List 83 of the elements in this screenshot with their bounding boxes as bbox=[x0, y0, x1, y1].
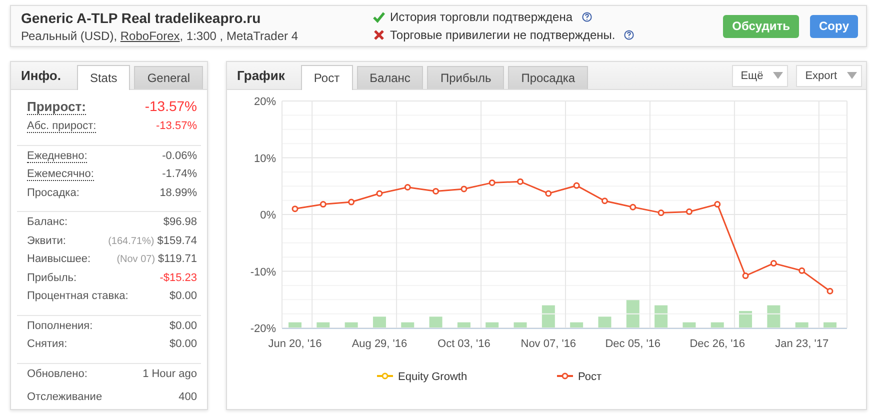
axis-label: Jun 20, '16 bbox=[268, 338, 322, 350]
stat-value: $119.71 bbox=[158, 253, 197, 265]
tab[interactable]: General bbox=[134, 66, 204, 89]
stat-value: -0.06% bbox=[162, 150, 197, 162]
stat-label: Прибыль: bbox=[27, 272, 77, 284]
dropdown-button[interactable]: Export bbox=[796, 64, 862, 86]
stat-value: 1 Hour ago bbox=[142, 368, 197, 380]
point bbox=[658, 210, 664, 216]
axis-label: Oct 03, '16 bbox=[438, 338, 490, 350]
tab[interactable]: Баланс bbox=[356, 66, 424, 89]
tab[interactable]: Прибыль bbox=[427, 66, 504, 89]
help-icon[interactable] bbox=[624, 30, 634, 40]
tab[interactable]: Stats bbox=[76, 65, 130, 90]
status-text: История торговли подтверждена bbox=[390, 10, 573, 24]
stat-label: Ежедневно: bbox=[27, 150, 88, 162]
point bbox=[460, 186, 468, 192]
point bbox=[798, 267, 806, 274]
axis-label: Dec 05, '16 bbox=[605, 338, 661, 350]
stat-label: Просадка: bbox=[27, 186, 80, 198]
axis-label: Aug 29, '16 bbox=[352, 338, 408, 350]
stat-label: Процентная ставка: bbox=[27, 290, 128, 302]
broker-link[interactable]: RoboForex bbox=[120, 28, 180, 42]
stat-value: $96.98 bbox=[163, 216, 197, 228]
axis-label: Dec 26, '16 bbox=[690, 338, 746, 350]
stat-value: -13.57% bbox=[156, 120, 197, 132]
help-icon[interactable] bbox=[582, 12, 592, 22]
point bbox=[573, 182, 580, 189]
stat-label: Баланс: bbox=[27, 216, 68, 228]
stat-value: 400 bbox=[178, 390, 197, 402]
stat-label: Эквити: bbox=[27, 234, 66, 246]
account-details: Реальный (USD), RoboForex, 1:300 , MetaTrader 4 bbox=[21, 28, 300, 42]
axis-label: 10% bbox=[254, 152, 276, 165]
stat-value: $0.00 bbox=[169, 290, 197, 302]
axis-label: -10% bbox=[250, 266, 276, 278]
axis-label: Jan 23, '17 bbox=[775, 338, 829, 350]
point bbox=[292, 206, 298, 212]
stat-value: $159.74 bbox=[157, 234, 197, 246]
point bbox=[517, 178, 524, 185]
axis-label: -20% bbox=[250, 323, 276, 335]
stat-label: Пополнения: bbox=[27, 320, 93, 332]
stat-label: Ежемесячно: bbox=[27, 168, 94, 181]
caret-icon bbox=[773, 72, 784, 79]
point bbox=[488, 179, 496, 186]
stat-value: $0.00 bbox=[169, 338, 197, 350]
point bbox=[545, 190, 552, 197]
stat-label: Прирост: bbox=[27, 99, 86, 115]
legend-label[interactable]: Equity Growth bbox=[398, 371, 468, 383]
account-title: Generic A-TLP Real tradelikeapro.ru bbox=[21, 10, 262, 26]
point bbox=[348, 198, 355, 206]
caret-icon bbox=[847, 72, 857, 79]
status-text: Торговые привилегии не подтверждены. bbox=[390, 28, 616, 42]
stat-value: $0.00 bbox=[169, 320, 197, 332]
axis-label: 0% bbox=[260, 210, 276, 222]
axis-label: 20% bbox=[254, 96, 276, 108]
point bbox=[320, 201, 326, 208]
point bbox=[432, 188, 440, 194]
point bbox=[742, 272, 749, 280]
point bbox=[376, 190, 383, 197]
point bbox=[404, 184, 411, 191]
stat-label: Абс. прирост: bbox=[27, 120, 96, 133]
legend-label[interactable]: Рост bbox=[578, 371, 602, 383]
stat-value: -13.57% bbox=[144, 98, 197, 114]
stat-label: Обновлено: bbox=[27, 368, 88, 380]
point bbox=[826, 288, 834, 294]
tab[interactable]: Просадка bbox=[508, 66, 588, 89]
stat-value: -1.74% bbox=[162, 168, 197, 180]
stat-label: Снятия: bbox=[27, 338, 68, 350]
dropdown-button[interactable]: Ещё bbox=[732, 64, 788, 86]
stat-label: Наивысшее: bbox=[27, 253, 91, 265]
point bbox=[601, 198, 608, 204]
point bbox=[630, 204, 636, 210]
point bbox=[686, 208, 692, 215]
panel-heading: График bbox=[237, 68, 285, 83]
stat-note: (164.71%) bbox=[108, 236, 154, 246]
stat-note: (Nov 07) bbox=[116, 254, 156, 265]
tab[interactable]: Рост bbox=[300, 65, 353, 90]
point bbox=[714, 201, 721, 208]
stat-value: -$15.23 bbox=[160, 272, 197, 284]
point bbox=[770, 260, 777, 267]
stat-label: Отслеживание bbox=[27, 390, 102, 402]
axis-label: Nov 07, '16 bbox=[520, 338, 576, 350]
stat-value: 18.99% bbox=[160, 186, 197, 198]
panel-heading: Инфо. bbox=[21, 68, 61, 83]
